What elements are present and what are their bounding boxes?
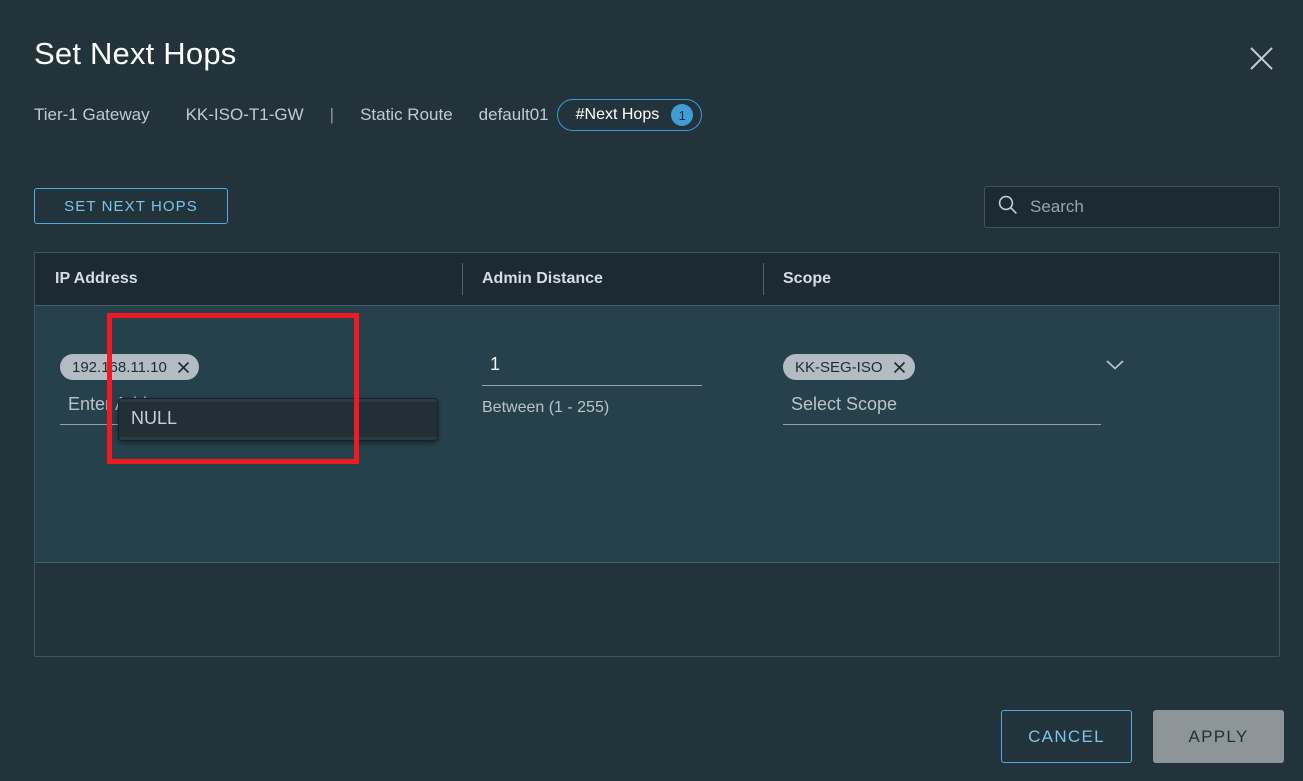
set-next-hops-dialog: Set Next Hops Tier-1 Gateway KK-ISO-T1-G… [0,0,1303,781]
close-icon[interactable] [1241,38,1281,78]
search-icon [997,194,1018,220]
column-header-scope: Scope [763,253,1279,305]
column-header-admin-distance: Admin Distance [462,253,763,305]
cell-admin-distance: 1 Between (1 - 255) [462,306,763,562]
table-empty-row [35,563,1279,656]
set-next-hops-button[interactable]: SET NEXT HOPS [34,188,228,224]
dialog-footer: CANCEL APPLY [1001,710,1284,763]
ip-address-dropdown[interactable]: NULL [118,398,438,441]
next-hops-badge-label: #Next Hops [575,106,660,123]
page-title: Set Next Hops [34,36,237,71]
breadcrumb-separator: | [329,105,335,124]
scope-chip: KK-SEG-ISO [783,354,915,380]
breadcrumb-route-name: default01 [478,105,549,124]
cancel-button[interactable]: CANCEL [1001,710,1132,763]
search-input[interactable] [1030,197,1267,217]
ip-address-chip: 192.168.11.10 [60,354,199,380]
scope-field[interactable]: KK-SEG-ISO Select Scope [783,354,1124,425]
scope-chip-label: KK-SEG-ISO [795,358,883,376]
breadcrumb-gateway-label: Tier-1 Gateway [34,105,150,124]
next-hops-badge[interactable]: #Next Hops 1 [556,99,703,131]
next-hops-table: IP Address Admin Distance Scope 192.168.… [34,252,1280,657]
search-box[interactable] [984,186,1280,228]
ip-address-chip-label: 192.168.11.10 [72,358,167,376]
column-header-ip-address: IP Address [55,270,138,287]
ip-address-chip-remove-icon[interactable] [177,361,190,374]
breadcrumb-gateway-name: KK-ISO-T1-GW [185,105,304,124]
chevron-down-icon[interactable] [1105,358,1125,377]
scope-chip-remove-icon[interactable] [893,361,906,374]
admin-distance-input[interactable]: 1 [482,354,702,386]
next-hops-badge-count: 1 [671,104,694,126]
apply-button[interactable]: APPLY [1153,710,1284,763]
admin-distance-helper-text: Between (1 - 255) [482,399,610,416]
ip-address-dropdown-option-null[interactable]: NULL [119,402,437,437]
table-header-row: IP Address Admin Distance Scope [35,253,1279,306]
breadcrumb-route-label: Static Route [360,105,453,124]
cell-scope: KK-SEG-ISO Select Scope [763,306,1279,562]
breadcrumb: Tier-1 Gateway KK-ISO-T1-GW | Static Rou… [34,98,703,132]
scope-select-placeholder[interactable]: Select Scope [783,380,1101,425]
